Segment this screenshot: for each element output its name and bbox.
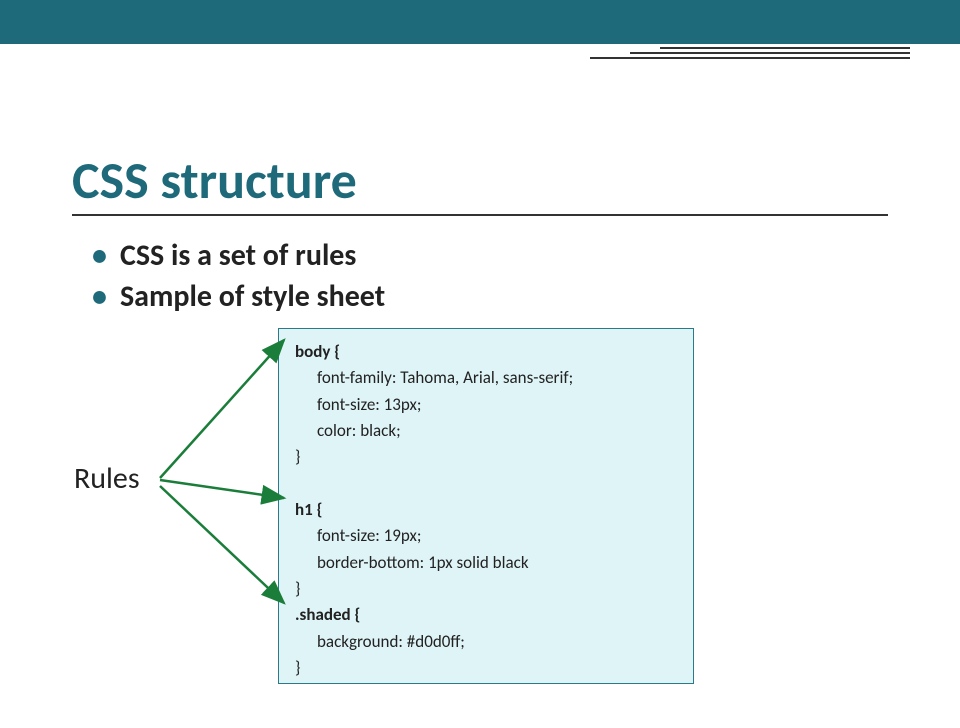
code-line: }: [295, 446, 300, 467]
rules-label: Rules: [74, 460, 140, 497]
selector-body: body {: [295, 341, 340, 362]
code-line: }: [295, 578, 300, 599]
code-box: body { font-family: Tahoma, Arial, sans-…: [278, 328, 694, 684]
slide-title: CSS structure: [72, 148, 357, 212]
code-line: color: black;: [295, 418, 401, 444]
selector-h1: h1 {: [295, 499, 322, 520]
code-line: background: #d0d0ff;: [295, 629, 465, 655]
bullet-item: CSS is a set of rules: [92, 236, 385, 277]
code-line: border-bottom: 1px solid black: [295, 550, 529, 576]
code-line: font-size: 19px;: [295, 523, 421, 549]
bullet-list: CSS is a set of rules Sample of style sh…: [92, 236, 385, 317]
selector-shaded: .shaded {: [295, 604, 360, 625]
decorative-lines: [590, 44, 910, 84]
header-bar: [0, 0, 960, 44]
bullet-item: Sample of style sheet: [92, 277, 385, 318]
title-underline: [72, 214, 888, 216]
code-line: }: [295, 657, 300, 678]
code-line: font-family: Tahoma, Arial, sans-serif;: [295, 365, 573, 391]
code-line: font-size: 13px;: [295, 392, 421, 418]
